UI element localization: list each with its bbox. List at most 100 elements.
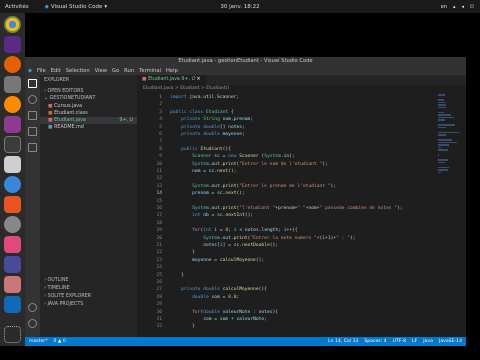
code-line[interactable]: System.out.print("Entrer le nom de l'etu… bbox=[170, 162, 328, 167]
problems-indicator[interactable]: 0 ▲ 0 bbox=[54, 339, 66, 344]
file-item-readme[interactable]: ■ README.md bbox=[40, 124, 137, 131]
activities-button[interactable]: Activités bbox=[5, 4, 29, 10]
code-line[interactable]: som = som + valeurNote; bbox=[170, 317, 267, 322]
branch-indicator[interactable]: master* bbox=[29, 339, 48, 344]
code-line[interactable]: for(int i = 0; i < notes.length; i++){ bbox=[170, 228, 297, 233]
java-projects-section[interactable]: › JAVA PROJECTS bbox=[40, 301, 137, 308]
code-line[interactable]: private double[] notes; bbox=[170, 125, 245, 130]
minimap-line bbox=[438, 139, 452, 141]
tab-etudiant-java[interactable]: ■ Etudiant.java 9+, U × bbox=[137, 75, 206, 85]
app-icon[interactable] bbox=[4, 276, 21, 293]
line-number: 14 bbox=[156, 191, 162, 197]
help-icon[interactable] bbox=[4, 176, 21, 193]
code-line[interactable]: System.out.print("l'etudiant "+prenom+" … bbox=[170, 206, 402, 211]
project-folder[interactable]: ⌄ GESTIONETUDIANT bbox=[40, 95, 137, 102]
timeline-section[interactable]: › TIMELINE bbox=[40, 285, 137, 292]
code-line[interactable]: private double moyenne; bbox=[170, 132, 245, 137]
firefox-icon[interactable] bbox=[4, 56, 21, 73]
source-control-icon[interactable] bbox=[28, 111, 37, 120]
menu-selection[interactable]: Selection bbox=[66, 68, 90, 74]
encoding[interactable]: UTF-8 bbox=[393, 339, 406, 344]
code-line[interactable]: } bbox=[170, 250, 195, 255]
sqlite-explorer-section[interactable]: › SQLITE EXPLORER bbox=[40, 293, 137, 300]
app-name: Visual Studio Code bbox=[50, 3, 103, 10]
code-line[interactable]: private String nom,prenom; bbox=[170, 117, 253, 122]
minimap-line bbox=[438, 149, 448, 151]
screen: Activités ◆ Visual Studio Code ▾ 30 janv… bbox=[0, 0, 480, 360]
firefox-icon[interactable] bbox=[4, 96, 21, 113]
menu-view[interactable]: View bbox=[95, 68, 107, 74]
chrome-icon[interactable] bbox=[4, 16, 21, 33]
app-menu[interactable]: ◆ Visual Studio Code ▾ bbox=[45, 4, 108, 10]
app-icon[interactable] bbox=[4, 236, 21, 253]
vscode-icon[interactable] bbox=[4, 296, 21, 313]
menu-file[interactable]: File bbox=[37, 68, 46, 74]
menu-edit[interactable]: Edit bbox=[51, 68, 61, 74]
code-line[interactable]: private double calculMoyenne(){ bbox=[170, 287, 267, 292]
account-icon[interactable] bbox=[28, 303, 37, 312]
code-line[interactable]: public Etudiant(){ bbox=[170, 147, 231, 152]
code-line[interactable]: } bbox=[170, 324, 195, 329]
indentation[interactable]: Spaces: 4 bbox=[364, 339, 386, 344]
file-item-etudiant-java[interactable]: ■ Etudiant.java 9+, U bbox=[40, 117, 137, 124]
minimap-line bbox=[438, 171, 441, 173]
show-apps-icon[interactable] bbox=[4, 326, 21, 343]
code-line[interactable]: Scanner sc = new Scanner (System.in); bbox=[170, 154, 295, 159]
code-line[interactable]: prenom = sc.next(); bbox=[170, 191, 245, 196]
app-icon[interactable] bbox=[4, 156, 21, 173]
files-icon[interactable] bbox=[4, 76, 21, 93]
code-line[interactable]: import java.util.Scanner; bbox=[170, 95, 239, 100]
code-line[interactable]: notes[i] = sc.nextDouble(); bbox=[170, 243, 278, 248]
outline-section[interactable]: › OUTLINE bbox=[40, 277, 137, 284]
code-line[interactable]: for(double valeurNote : notes){ bbox=[170, 310, 278, 315]
terminal-icon[interactable] bbox=[4, 136, 21, 153]
code-line[interactable]: moyenne = calculMoyenne(); bbox=[170, 258, 264, 263]
line-number: 20 bbox=[156, 235, 162, 241]
menu-terminal[interactable]: Terminal bbox=[139, 68, 161, 74]
clock[interactable]: 30 janv. 18:22 bbox=[220, 4, 259, 10]
search-icon[interactable] bbox=[28, 95, 37, 104]
file-name: Etudiant.java bbox=[54, 118, 86, 123]
minimap-line bbox=[438, 159, 448, 161]
system-tray[interactable]: en ▴ ◂ ⏻ bbox=[441, 4, 474, 10]
line-number: 2 bbox=[159, 102, 162, 108]
file-item-etudiant-class[interactable]: ■ Etudiant.class bbox=[40, 110, 137, 117]
code-line[interactable]: System.out.print("Entrer la note numero … bbox=[170, 236, 355, 241]
extensions-icon[interactable] bbox=[28, 143, 37, 152]
menu-help[interactable]: Help bbox=[166, 68, 178, 74]
code-line[interactable]: public class Etudiant { bbox=[170, 110, 234, 115]
jdk-version[interactable]: JavaSE-14 bbox=[439, 339, 462, 344]
explorer-icon[interactable] bbox=[28, 79, 37, 88]
end-of-line[interactable]: LF bbox=[412, 339, 417, 344]
minimap-line bbox=[438, 154, 440, 156]
run-debug-icon[interactable] bbox=[28, 127, 37, 136]
line-number: 24 bbox=[156, 265, 162, 271]
minimap-line bbox=[438, 94, 445, 96]
settings-icon[interactable] bbox=[4, 216, 21, 233]
cursor-position[interactable]: Ln 14, Col 33 bbox=[328, 339, 358, 344]
minimap-line bbox=[438, 144, 449, 146]
minimap[interactable] bbox=[438, 93, 462, 213]
app-icon[interactable] bbox=[4, 256, 21, 273]
code-line[interactable]: System.out.print("Entrer le prenom de l'… bbox=[170, 184, 336, 189]
code-editor[interactable]: 1 import java.util.Scanner; 2 3 public class… bbox=[137, 93, 437, 337]
software-icon[interactable] bbox=[4, 196, 21, 213]
line-number: 1 bbox=[159, 95, 162, 100]
open-editors-section[interactable]: › OPEN EDITORS bbox=[40, 88, 137, 95]
close-icon[interactable]: × bbox=[197, 77, 201, 82]
menu-run[interactable]: Run bbox=[124, 68, 134, 74]
language-indicator[interactable]: en bbox=[441, 4, 447, 10]
app-icon[interactable] bbox=[4, 36, 21, 53]
code-line[interactable]: } bbox=[170, 273, 184, 278]
code-line[interactable]: double som = 0.0; bbox=[170, 295, 239, 300]
code-line[interactable]: int nb = sc.nextInt(); bbox=[170, 213, 253, 218]
breadcrumb[interactable]: Etudiant.java > Etudiant > Etudiant() bbox=[137, 85, 466, 92]
file-badge: 9+, U bbox=[119, 118, 133, 123]
language-mode[interactable]: Java bbox=[423, 339, 433, 344]
line-number: 26 bbox=[156, 280, 162, 285]
menu-go[interactable]: Go bbox=[112, 68, 119, 74]
app-icon[interactable] bbox=[4, 116, 21, 133]
file-item-cursus[interactable]: ■ Cursus.java bbox=[40, 103, 137, 110]
code-line[interactable]: nom = sc.next(); bbox=[170, 169, 236, 174]
manage-gear-icon[interactable] bbox=[28, 319, 37, 328]
